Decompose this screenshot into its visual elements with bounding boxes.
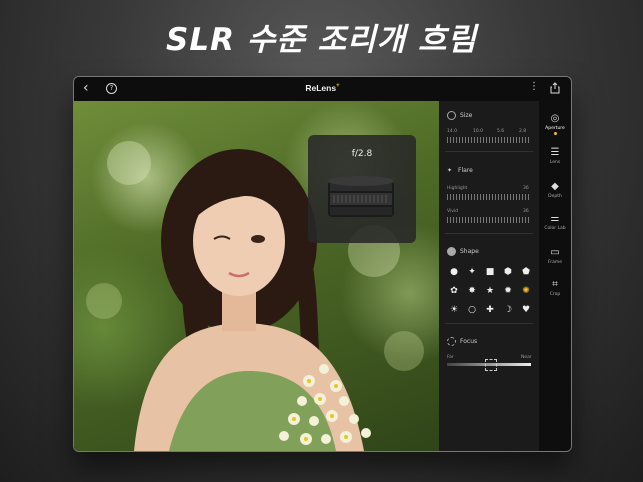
size-scale-label: 2.8 bbox=[519, 129, 527, 134]
rail-item-label: Depth bbox=[548, 194, 562, 199]
shape-option[interactable]: ✹ bbox=[501, 284, 515, 298]
shape-icon bbox=[447, 247, 456, 256]
rail-item-label: Color Lab bbox=[544, 226, 566, 231]
app-logo: ReLens+ bbox=[305, 83, 340, 93]
rail-item-crop[interactable]: ⌗ Crop bbox=[539, 279, 571, 297]
rail-item-label: Aperture bbox=[545, 126, 565, 131]
shape-option[interactable]: ♥ bbox=[519, 303, 533, 317]
focus-far-label: Far bbox=[447, 355, 454, 360]
flare-section-title: ✦ Flare bbox=[447, 167, 473, 174]
shape-option[interactable]: ★ bbox=[483, 284, 497, 298]
aperture-popup: f/2.8 bbox=[308, 135, 416, 243]
lens-icon: ☰ bbox=[550, 147, 560, 158]
focus-near-label: Near bbox=[521, 355, 532, 360]
shape-option[interactable]: ■ bbox=[483, 265, 497, 279]
top-bar: ‹ ? ReLens+ ⋮ bbox=[74, 77, 571, 101]
tool-rail: ◎ Aperture ☰ Lens ◆ Depth ⚌ Color Lab ▭ … bbox=[539, 101, 571, 451]
focus-icon bbox=[447, 337, 456, 346]
rail-item-depth[interactable]: ◆ Depth bbox=[539, 181, 571, 199]
shape-section-title: Shape bbox=[447, 247, 479, 256]
shape-option-selected[interactable]: ✺ bbox=[519, 284, 533, 298]
rail-item-label: Crop bbox=[549, 292, 561, 297]
divider bbox=[445, 323, 533, 324]
size-scale-label: 14.0 bbox=[447, 129, 458, 134]
aperture-icon: ◎ bbox=[550, 113, 560, 124]
share-icon[interactable] bbox=[550, 82, 560, 94]
highlight-slider[interactable] bbox=[447, 194, 531, 200]
shape-option[interactable]: ✦ bbox=[465, 265, 479, 279]
rail-item-label: Frame bbox=[547, 260, 563, 265]
rail-item-frame[interactable]: ▭ Frame bbox=[539, 247, 571, 265]
sliders-icon: ⚌ bbox=[550, 213, 560, 224]
highlight-label: Highlight bbox=[447, 186, 468, 191]
size-scale-label: 5.6 bbox=[497, 129, 505, 134]
more-icon[interactable]: ⋮ bbox=[529, 81, 539, 93]
shape-option[interactable]: ✸ bbox=[465, 284, 479, 298]
tablet-frame: ‹ ? ReLens+ ⋮ f/2.8 Size 14.0 10.0 5.6 2… bbox=[73, 76, 572, 452]
vivid-label: Vivid bbox=[447, 209, 458, 214]
highlight-value: 36 bbox=[523, 186, 529, 191]
shape-option[interactable]: ⬟ bbox=[519, 265, 533, 279]
focus-section-title: Focus bbox=[447, 337, 477, 346]
size-icon bbox=[447, 111, 456, 120]
headline: SLR 수준 조리개 흐림 bbox=[166, 22, 477, 58]
shape-option[interactable]: ○ bbox=[465, 303, 479, 317]
divider bbox=[445, 151, 533, 152]
focus-handle[interactable] bbox=[485, 359, 497, 371]
frame-icon: ▭ bbox=[550, 247, 560, 258]
rail-item-label: Lens bbox=[549, 160, 561, 165]
active-indicator bbox=[553, 132, 557, 135]
shape-option[interactable]: ● bbox=[447, 265, 461, 279]
photo-canvas[interactable]: f/2.8 bbox=[74, 101, 439, 451]
layers-icon: ◆ bbox=[551, 181, 559, 192]
shape-option[interactable]: ✿ bbox=[447, 284, 461, 298]
lens-icon bbox=[328, 176, 394, 217]
shape-option[interactable]: ✚ bbox=[483, 303, 497, 317]
crop-icon: ⌗ bbox=[552, 279, 558, 290]
rail-item-lens[interactable]: ☰ Lens bbox=[539, 147, 571, 165]
divider bbox=[445, 233, 533, 234]
shape-option[interactable]: ☽ bbox=[501, 303, 515, 317]
flare-icon: ✦ bbox=[447, 167, 453, 174]
vivid-slider[interactable] bbox=[447, 217, 531, 223]
size-scale-label: 10.0 bbox=[473, 129, 484, 134]
shape-option[interactable]: ⬢ bbox=[501, 265, 515, 279]
size-section-title: Size bbox=[447, 111, 472, 120]
rail-item-color-lab[interactable]: ⚌ Color Lab bbox=[539, 213, 571, 231]
shape-option[interactable]: ☀ bbox=[447, 303, 461, 317]
rail-item-aperture[interactable]: ◎ Aperture bbox=[539, 113, 571, 135]
vivid-value: 36 bbox=[523, 209, 529, 214]
adjust-panel: Size 14.0 10.0 5.6 2.8 ✦ Flare Highlight … bbox=[439, 101, 539, 451]
size-slider[interactable] bbox=[447, 137, 531, 143]
